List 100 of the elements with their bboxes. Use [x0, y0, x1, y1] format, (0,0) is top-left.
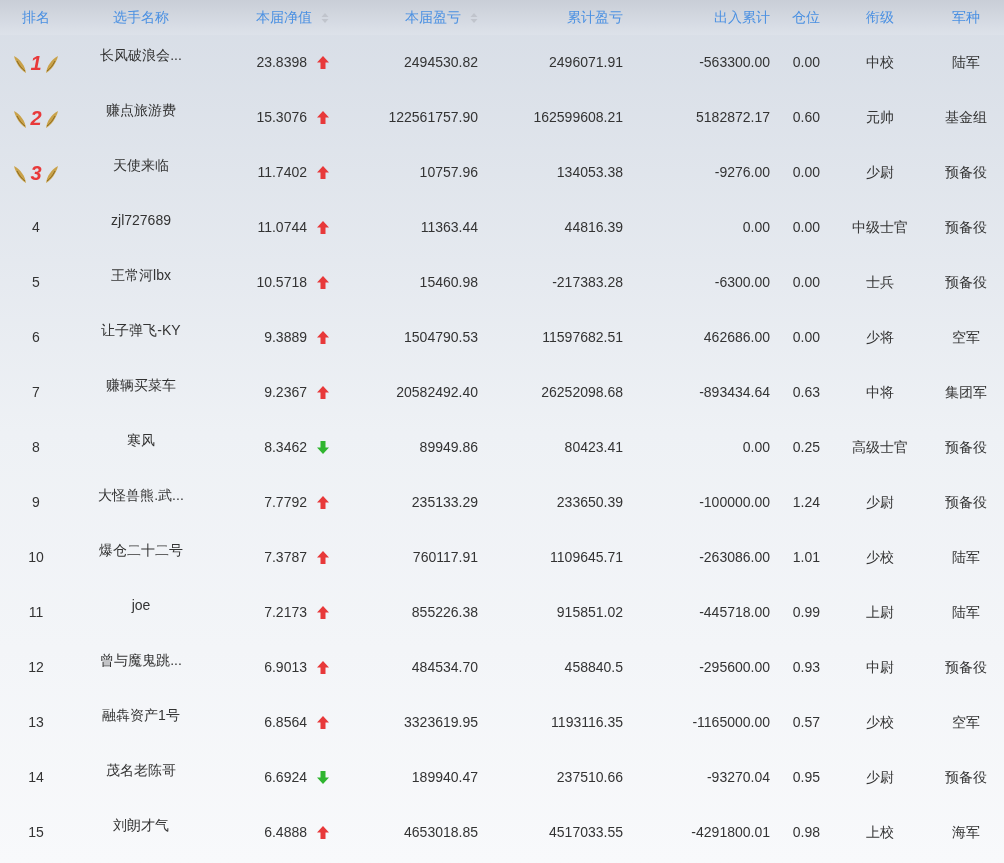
- table-cell-text: 预备役: [945, 768, 987, 787]
- table-cell-text: 上尉: [866, 603, 894, 622]
- player-name: 爆仓二十二号: [99, 541, 183, 560]
- table-cell-text: 陆军: [952, 53, 980, 72]
- table-cell-text: 6.4888: [264, 823, 307, 842]
- table-cell-text: 760117.91: [412, 548, 478, 567]
- player-name: 融犇资产1号: [102, 706, 180, 725]
- table-cell-text: 0.60: [792, 108, 820, 127]
- table-cell-text: 预备役: [945, 658, 987, 677]
- table-cell-text: -295600.00: [699, 658, 770, 677]
- table-cell-text: 80423.41: [564, 438, 623, 457]
- table-cell-text: 4517033.55: [549, 823, 623, 842]
- table-cell-text: 0.00: [792, 163, 820, 182]
- table-cell-text: -4291800.01: [691, 823, 770, 842]
- table-cell-text: 915851.02: [556, 603, 623, 622]
- table-cell-text: 89949.86: [419, 438, 478, 457]
- table-cell-text: 8.3462: [264, 438, 307, 457]
- sort-icon[interactable]: [470, 11, 478, 24]
- table-cell-text: 少校: [866, 548, 894, 567]
- table-cell-text: 集团军: [945, 383, 987, 402]
- table-cell-text: 10757.96: [419, 163, 478, 182]
- table-cell-text: -9276.00: [714, 163, 770, 182]
- column-header: 出入累计: [714, 8, 770, 27]
- table-cell-text: 1.24: [792, 493, 820, 512]
- player-name: 天使来临: [113, 156, 169, 175]
- rank-number: 15: [28, 823, 44, 842]
- table-cell-text: 20582492.40: [396, 383, 478, 402]
- rank-number: 8: [32, 438, 40, 457]
- table-cell-text: 元帅: [866, 108, 894, 127]
- table-cell-text: 2494530.82: [404, 53, 478, 72]
- column-header[interactable]: 本届盈亏: [405, 7, 478, 28]
- table-cell-text: 2496071.91: [549, 53, 623, 72]
- table-cell-text: 0.00: [742, 218, 770, 237]
- table-cell-text: 6.9013: [264, 658, 307, 677]
- table-cell-text: -93270.04: [706, 768, 770, 787]
- table-cell-text: 9.2367: [264, 383, 307, 402]
- table-cell-text: 高级士官: [852, 438, 908, 457]
- rank-number: 7: [32, 383, 40, 402]
- table-cell-text: 预备役: [945, 493, 987, 512]
- player-name: 茂名老陈哥: [106, 761, 176, 780]
- rank-number: 13: [28, 713, 44, 732]
- table-cell-text: 44816.39: [564, 218, 623, 237]
- table-cell-text: 162599608.21: [533, 108, 623, 127]
- table-cell-text: 0.98: [792, 823, 820, 842]
- table-cell-text: 0.93: [792, 658, 820, 677]
- table-cell-text: 1504790.53: [404, 328, 478, 347]
- table-cell-text: -1165000.00: [692, 713, 770, 732]
- table-cell-text: 0.57: [792, 713, 820, 732]
- table-cell-text: 23.8398: [256, 53, 307, 72]
- player-name: 刘朗才气: [113, 816, 169, 835]
- table-cell-text: 11363.44: [420, 218, 478, 237]
- table-cell-text: -263086.00: [699, 548, 770, 567]
- table-cell-text: 陆军: [952, 548, 980, 567]
- rank-number: 6: [32, 328, 40, 347]
- table-cell-text: 陆军: [952, 603, 980, 622]
- table-cell-text: 11.0744: [257, 218, 307, 237]
- rank-number: 14: [28, 768, 44, 787]
- table-cell-text: 预备役: [945, 218, 987, 237]
- rank-number: 12: [28, 658, 44, 677]
- table-cell-text: 少尉: [866, 163, 894, 182]
- table-cell-text: 少将: [866, 328, 894, 347]
- table-cell-text: 6.6924: [264, 768, 307, 787]
- table-cell-text: 预备役: [945, 273, 987, 292]
- table-cell-text: 1.01: [792, 548, 820, 567]
- table-cell-text: 7.2173: [264, 603, 307, 622]
- table-cell-text: 122561757.90: [388, 108, 478, 127]
- table-cell-text: 中将: [866, 383, 894, 402]
- player-name: joe: [131, 596, 151, 615]
- table-cell-text: 0.99: [792, 603, 820, 622]
- table-cell-text: 7.3787: [264, 548, 307, 567]
- table-cell-text: -6300.00: [714, 273, 770, 292]
- player-name: 赚点旅游费: [106, 101, 176, 120]
- table-cell-text: 6.8564: [264, 713, 307, 732]
- column-header: 军种: [952, 8, 980, 27]
- table-cell-text: 预备役: [945, 163, 987, 182]
- table-cell-text: 中校: [866, 53, 894, 72]
- table-cell-text: 11.7402: [257, 163, 307, 182]
- table-cell-text: 1193116.35: [551, 713, 623, 732]
- sort-icon[interactable]: [321, 11, 329, 24]
- column-header[interactable]: 本届净值: [256, 7, 329, 28]
- table-cell-text: 235133.29: [411, 493, 478, 512]
- table-cell-text: 15.3076: [256, 108, 307, 127]
- table-cell-text: 5182872.17: [696, 108, 770, 127]
- table-cell-text: -217383.28: [552, 273, 623, 292]
- player-name: 让子弹飞-KY: [101, 321, 181, 340]
- table-cell-text: 3323619.95: [404, 713, 478, 732]
- table-cell-text: 少尉: [866, 493, 894, 512]
- table-cell-text: 0.00: [792, 218, 820, 237]
- table-cell-text: 士兵: [866, 273, 894, 292]
- table-cell-text: 少校: [866, 713, 894, 732]
- table-cell-text: 预备役: [945, 438, 987, 457]
- table-cell-text: 0.95: [792, 768, 820, 787]
- table-cell-text: 484534.70: [411, 658, 478, 677]
- table-cell-text: 0.25: [792, 438, 820, 457]
- table-cell-text: 0.00: [792, 53, 820, 72]
- rank-number: 9: [32, 493, 40, 512]
- table-cell-text: 海军: [952, 823, 980, 842]
- table-cell-text: 237510.66: [556, 768, 623, 787]
- rank-medal: 3: [13, 161, 59, 184]
- column-header: 衔级: [866, 8, 894, 27]
